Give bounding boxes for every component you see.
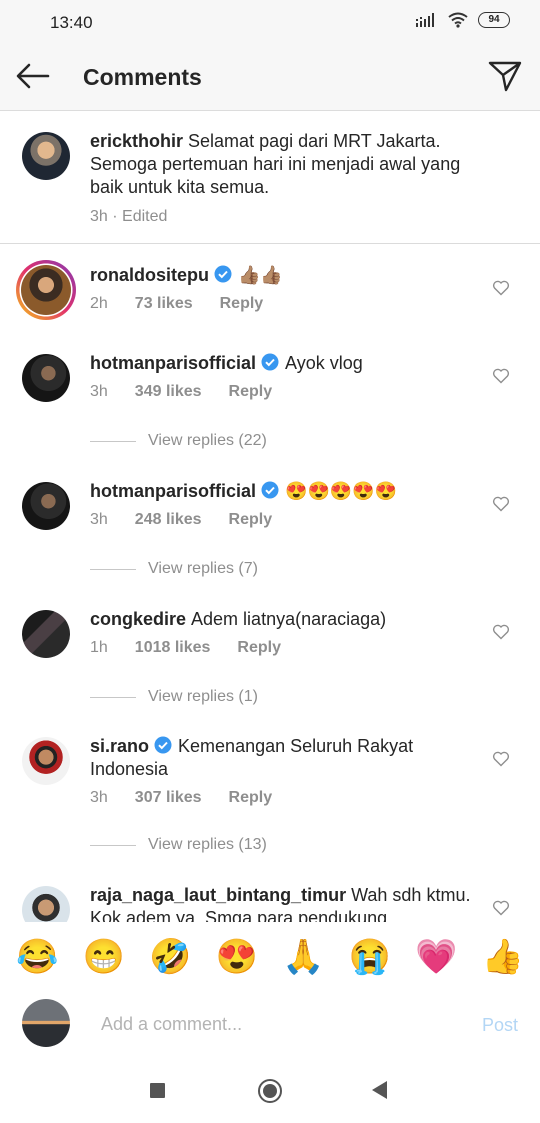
reply-button[interactable]: Reply bbox=[229, 383, 273, 401]
emoji-rofl-button[interactable]: 🤣 bbox=[149, 940, 191, 974]
comment-meta: 3h 349 likes Reply bbox=[90, 383, 272, 401]
comment-text: congkedire Adem liatnya(naraciaga) bbox=[90, 608, 495, 631]
comment-body: Ayok vlog bbox=[285, 353, 363, 373]
caption-time: 3h · Edited bbox=[90, 208, 168, 225]
comment-likes[interactable]: 73 likes bbox=[135, 295, 193, 313]
comment-meta: 3h 248 likes Reply bbox=[90, 511, 272, 529]
verified-badge-icon bbox=[261, 481, 279, 499]
view-replies-label: View replies (7) bbox=[148, 560, 258, 577]
reply-button[interactable]: Reply bbox=[229, 789, 273, 807]
add-comment-input[interactable] bbox=[99, 1013, 443, 1036]
divider bbox=[0, 243, 540, 244]
comment-time: 3h bbox=[90, 789, 108, 806]
reply-button[interactable]: Reply bbox=[237, 639, 281, 657]
comment-time: 2h bbox=[90, 295, 108, 312]
avatar[interactable] bbox=[22, 737, 70, 785]
back-arrow-icon[interactable] bbox=[16, 63, 50, 89]
status-bar: 13:40 94 bbox=[0, 0, 540, 44]
replies-line bbox=[90, 844, 136, 846]
page-title: Comments bbox=[83, 64, 202, 90]
signal-icon bbox=[416, 13, 434, 27]
wifi-icon bbox=[448, 12, 468, 28]
comment-meta: 2h 73 likes Reply bbox=[90, 295, 263, 313]
replies-line bbox=[90, 568, 136, 570]
reply-button[interactable]: Reply bbox=[220, 295, 264, 313]
caption-meta: 3h · Edited bbox=[90, 208, 167, 226]
comment-username[interactable]: ronaldositepu bbox=[90, 265, 209, 285]
emoji-crying-button[interactable]: 😭 bbox=[349, 940, 391, 974]
comment-text: hotmanparisofficial Ayok vlog bbox=[90, 352, 495, 375]
verified-badge-icon bbox=[261, 353, 279, 371]
heart-icon[interactable] bbox=[492, 368, 510, 384]
comments-header: Comments bbox=[0, 44, 540, 111]
caption-username[interactable]: erickthohir bbox=[90, 131, 183, 151]
comment-likes[interactable]: 1018 likes bbox=[135, 639, 211, 657]
comment-username[interactable]: raja_naga_laut_bintang_timur bbox=[90, 885, 346, 905]
replies-line bbox=[90, 696, 136, 698]
comment-body: 👍🏽👍🏽 bbox=[238, 265, 283, 285]
reply-button[interactable]: Reply bbox=[229, 511, 273, 529]
battery-indicator: 94 bbox=[478, 12, 510, 28]
comment-username[interactable]: si.rano bbox=[90, 736, 149, 756]
avatar[interactable] bbox=[22, 354, 70, 402]
recents-icon[interactable] bbox=[150, 1083, 165, 1098]
comment-time: 1h bbox=[90, 639, 108, 656]
post-button[interactable]: Post bbox=[482, 1015, 518, 1036]
status-icons: 94 bbox=[416, 12, 510, 28]
comment-meta: 3h 307 likes Reply bbox=[90, 789, 272, 807]
home-icon[interactable] bbox=[258, 1079, 282, 1103]
comment-text: ronaldositepu 👍🏽👍🏽 bbox=[90, 264, 495, 287]
view-replies-label: View replies (13) bbox=[148, 836, 267, 853]
comment-likes[interactable]: 248 likes bbox=[135, 511, 202, 529]
comment-text: raja_naga_laut_bintang_timur Wah sdh ktmu… bbox=[90, 884, 495, 922]
emoji-tears-of-joy-button[interactable]: 😂 bbox=[16, 940, 58, 974]
verified-badge-icon bbox=[214, 265, 232, 283]
view-replies-button[interactable]: View replies (7) bbox=[90, 560, 258, 578]
comment-body: Adem liatnya(naraciaga) bbox=[191, 609, 387, 629]
heart-icon[interactable] bbox=[492, 280, 510, 296]
comment-likes[interactable]: 307 likes bbox=[135, 789, 202, 807]
view-replies-button[interactable]: View replies (1) bbox=[90, 688, 258, 706]
status-time: 13:40 bbox=[50, 13, 93, 32]
view-replies-label: View replies (22) bbox=[148, 432, 267, 449]
comment-item: raja_naga_laut_bintang_timur Wah sdh ktmu… bbox=[0, 864, 540, 922]
heart-icon[interactable] bbox=[492, 751, 510, 767]
avatar bbox=[22, 999, 70, 1047]
heart-icon[interactable] bbox=[492, 496, 510, 512]
send-icon[interactable] bbox=[488, 60, 522, 92]
avatar[interactable] bbox=[22, 482, 70, 530]
avatar[interactable] bbox=[22, 132, 70, 180]
comment-time: 3h bbox=[90, 511, 108, 528]
comment-text: si.rano Kemenangan Seluruh Rakyat Indones… bbox=[90, 735, 495, 781]
comment-text: hotmanparisofficial 😍😍😍😍😍 bbox=[90, 480, 495, 503]
view-replies-label: View replies (1) bbox=[148, 688, 258, 705]
view-replies-button[interactable]: View replies (22) bbox=[90, 432, 267, 450]
avatar[interactable] bbox=[22, 886, 70, 922]
comment-likes[interactable]: 349 likes bbox=[135, 383, 202, 401]
avatar[interactable] bbox=[22, 610, 70, 658]
comment-body: 😍😍😍😍😍 bbox=[285, 481, 398, 501]
emoji-quick-bar: 😂 😁 🤣 😍 🙏 😭 💗 👍 bbox=[0, 922, 540, 992]
emoji-heart-button[interactable]: 💗 bbox=[415, 940, 457, 974]
comment-meta: 1h 1018 likes Reply bbox=[90, 639, 281, 657]
caption-text: erickthohir Selamat pagi dari MRT Jakarta… bbox=[90, 130, 495, 199]
comment-username[interactable]: congkedire bbox=[90, 609, 186, 629]
back-nav-icon[interactable] bbox=[372, 1081, 387, 1099]
comment-composer: Post bbox=[0, 993, 540, 1059]
comment-time: 3h bbox=[90, 383, 108, 400]
emoji-pray-button[interactable]: 🙏 bbox=[282, 940, 324, 974]
heart-icon[interactable] bbox=[492, 624, 510, 640]
avatar[interactable] bbox=[16, 260, 76, 320]
emoji-grin-button[interactable]: 😁 bbox=[83, 940, 125, 974]
emoji-heart-eyes-button[interactable]: 😍 bbox=[216, 940, 258, 974]
heart-icon[interactable] bbox=[492, 900, 510, 916]
verified-badge-icon bbox=[154, 736, 172, 754]
view-replies-button[interactable]: View replies (13) bbox=[90, 836, 267, 854]
emoji-thumbs-up-button[interactable]: 👍 bbox=[482, 940, 524, 974]
replies-line bbox=[90, 440, 136, 442]
comment-username[interactable]: hotmanparisofficial bbox=[90, 353, 256, 373]
comment-username[interactable]: hotmanparisofficial bbox=[90, 481, 256, 501]
system-nav-bar bbox=[0, 1059, 540, 1123]
